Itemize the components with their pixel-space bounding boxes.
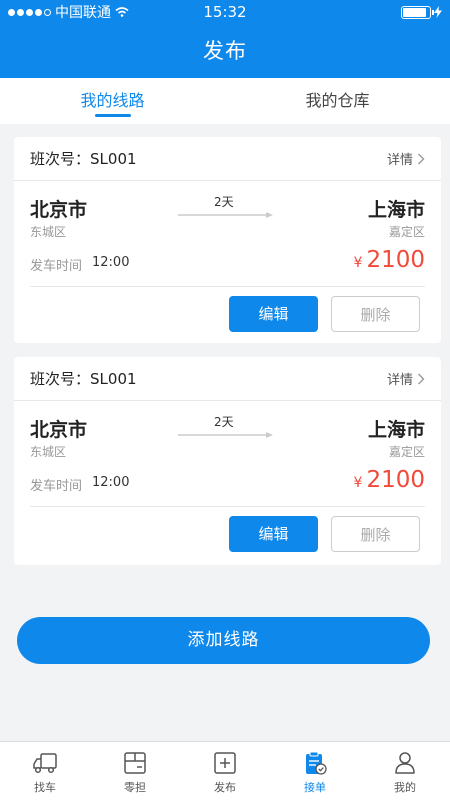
edit-button[interactable]: 编辑 <box>229 296 318 332</box>
detail-link[interactable]: 详情 <box>387 369 425 388</box>
destination-city: 上海市 <box>367 419 425 441</box>
route-arrow-icon <box>178 212 273 218</box>
currency-symbol: ¥ <box>353 255 363 271</box>
battery-icon <box>401 5 434 19</box>
delete-button[interactable]: 删除 <box>331 296 420 332</box>
price-value: 2100 <box>366 247 425 273</box>
route-info: 北京市 东城区 2天 上海市 嘉定区 <box>14 401 441 461</box>
departure-row: 发车时间 12:00 ¥ 2100 <box>30 461 425 507</box>
nav-label: 发布 <box>214 781 236 794</box>
origin-city: 北京市 <box>30 199 88 221</box>
shift-label: 班次号： <box>30 150 91 168</box>
nav-mine[interactable]: 我的 <box>360 742 450 800</box>
card-actions: 编辑 删除 <box>14 287 441 341</box>
shift-label: 班次号： <box>30 370 91 388</box>
duration-label: 2天 <box>214 415 234 429</box>
route-info: 北京市 东城区 2天 上海市 嘉定区 <box>14 181 441 241</box>
nav-find-truck[interactable]: 找车 <box>0 742 90 800</box>
route-card-header: 班次号： SL001 详情 <box>14 357 441 401</box>
destination-district: 嘉定区 <box>388 445 425 459</box>
chevron-right-icon <box>418 153 425 164</box>
price: ¥ 2100 <box>354 247 425 273</box>
bottom-nav: 找车 零担 发布 接单 我的 <box>0 741 450 800</box>
origin-city: 北京市 <box>30 419 88 441</box>
route-card: 班次号： SL001 详情 北京市 东城区 2天 上海市 嘉定区 发车时间 12… <box>14 137 441 343</box>
route-card: 班次号： SL001 详情 北京市 东城区 2天 上海市 嘉定区 发车时间 12… <box>14 357 441 565</box>
route-arrow-icon <box>178 432 273 438</box>
card-actions: 编辑 删除 <box>14 507 441 561</box>
departure-label: 发车时间 <box>30 259 83 274</box>
add-route-button[interactable]: 添加线路 <box>17 617 430 664</box>
destination-city: 上海市 <box>367 199 425 221</box>
plus-square-icon <box>214 752 236 774</box>
detail-link[interactable]: 详情 <box>387 149 425 168</box>
shift-number: SL001 <box>90 369 137 388</box>
chevron-right-icon <box>418 373 425 384</box>
nav-label: 我的 <box>394 781 416 794</box>
delete-button[interactable]: 删除 <box>331 516 420 552</box>
status-bar: 中国联通 15:32 <box>0 0 450 24</box>
box-icon <box>124 752 146 774</box>
duration-label: 2天 <box>214 195 234 209</box>
truck-icon <box>33 753 57 774</box>
price: ¥ 2100 <box>354 467 425 493</box>
clipboard-check-icon <box>306 751 327 775</box>
tab-my-warehouse[interactable]: 我的仓库 <box>225 78 450 124</box>
nav-label: 找车 <box>34 781 56 794</box>
edit-button[interactable]: 编辑 <box>229 516 318 552</box>
origin-district: 东城区 <box>30 445 67 459</box>
nav-label: 接单 <box>304 781 326 794</box>
departure-time: 12:00 <box>92 475 130 490</box>
tab-my-routes[interactable]: 我的线路 <box>0 78 225 124</box>
status-time: 15:32 <box>203 3 247 21</box>
detail-label: 详情 <box>386 373 413 388</box>
nav-publish[interactable]: 发布 <box>180 742 270 800</box>
destination-district: 嘉定区 <box>388 225 425 239</box>
tab-bar: 我的线路 我的仓库 <box>0 78 450 124</box>
nav-ltl[interactable]: 零担 <box>90 742 180 800</box>
page-title: 发布 <box>203 39 247 63</box>
departure-time: 12:00 <box>92 255 130 270</box>
currency-symbol: ¥ <box>353 475 363 491</box>
shift-number: SL001 <box>90 149 137 168</box>
departure-label: 发车时间 <box>30 479 83 494</box>
user-icon <box>395 752 415 774</box>
route-card-header: 班次号： SL001 详情 <box>14 137 441 181</box>
nav-orders[interactable]: 接单 <box>270 742 360 800</box>
origin-district: 东城区 <box>30 225 67 239</box>
detail-label: 详情 <box>386 153 413 168</box>
price-value: 2100 <box>366 467 425 493</box>
nav-label: 零担 <box>124 781 146 794</box>
departure-row: 发车时间 12:00 ¥ 2100 <box>30 241 425 287</box>
top-bar: 中国联通 15:32 发布 <box>0 0 450 78</box>
